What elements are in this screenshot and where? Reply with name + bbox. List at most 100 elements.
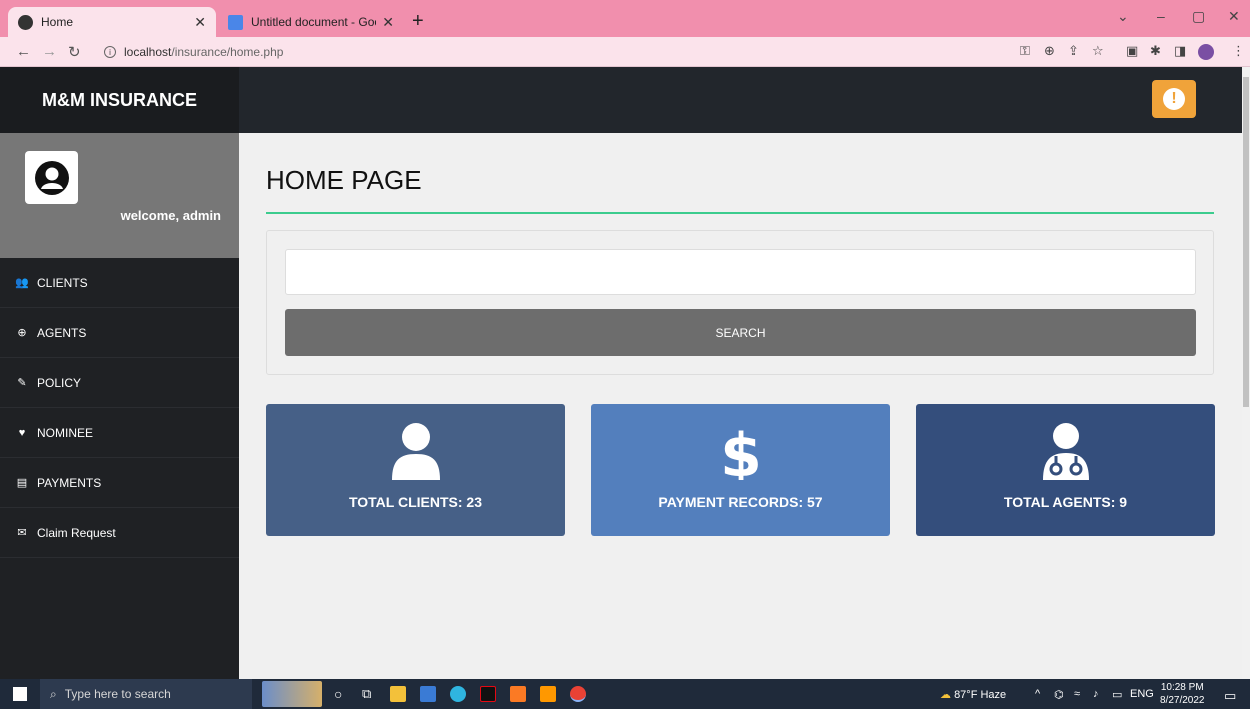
info-icon[interactable]: i: [104, 46, 116, 58]
sidebar-item-label: POLICY: [37, 375, 82, 390]
maximize-icon[interactable]: ▢: [1192, 8, 1205, 25]
browser-tab-bar: Home ✕ Untitled document - Google Doc ✕ …: [0, 0, 1250, 37]
sidebar-item-claim-request[interactable]: ✉ Claim Request: [0, 508, 239, 558]
language-indicator[interactable]: ENG: [1130, 688, 1154, 700]
tray-chevron-icon[interactable]: ^: [1035, 688, 1040, 700]
heart-icon: ♥: [18, 426, 26, 439]
wifi-icon[interactable]: ≈: [1074, 688, 1080, 700]
page-title: HOME PAGE: [266, 165, 422, 195]
bookmark-star-icon[interactable]: ☆: [1092, 43, 1104, 59]
user-icon: [266, 422, 565, 480]
page-scrollbar[interactable]: [1242, 67, 1250, 679]
clock-date: 8/27/2022: [1160, 695, 1205, 706]
widgets-icon[interactable]: [262, 681, 322, 707]
cortana-icon[interactable]: ○: [334, 686, 350, 702]
envelope-icon: ✉: [17, 527, 27, 539]
taskbar: ⌕ Type here to search ○ ⧉ ☁ 87°F Haze ^ …: [0, 679, 1250, 709]
card-label: TOTAL CLIENTS: 23: [348, 494, 482, 510]
search-button[interactable]: SEARCH: [285, 309, 1196, 356]
network-icon[interactable]: ⌬: [1054, 688, 1064, 701]
sidebar-item-nominee[interactable]: ♥ NOMINEE: [0, 408, 239, 458]
new-tab-icon[interactable]: +: [412, 10, 424, 33]
taskbar-search-placeholder: Type here to search: [64, 687, 171, 701]
card-label: TOTAL AGENTS: 9: [1003, 494, 1128, 510]
browser-tab-home[interactable]: Home ✕: [8, 7, 216, 37]
sidebar-item-clients[interactable]: 👥 CLIENTS: [0, 258, 239, 308]
card-label: PAYMENT RECORDS: 57: [658, 494, 823, 510]
user-circle-icon: [34, 160, 69, 195]
puzzle-icon[interactable]: ✱: [1150, 43, 1161, 59]
sidebar-item-label: Claim Request: [37, 525, 116, 540]
dollar-icon: $: [591, 422, 890, 480]
zoom-icon[interactable]: ⊕: [1044, 43, 1055, 59]
battery-icon[interactable]: ▭: [1112, 688, 1122, 701]
sidepanel-icon[interactable]: ◨: [1174, 43, 1186, 59]
sidebar-item-payments[interactable]: ▤ PAYMENTS: [0, 458, 239, 508]
minimize-icon[interactable]: –: [1157, 8, 1165, 24]
sidebar-item-policy[interactable]: ✎ POLICY: [0, 358, 239, 408]
tab-search-icon[interactable]: ⌄: [1117, 8, 1129, 25]
clock-time: 10:28 PM: [1160, 682, 1204, 693]
sidebar-item-agents[interactable]: ⊕ AGENTS: [0, 308, 239, 358]
title-divider: [266, 212, 1214, 214]
close-tab-icon[interactable]: ✕: [382, 14, 394, 31]
search-icon: ⌕: [50, 686, 57, 701]
profile-avatar-icon[interactable]: [1198, 44, 1214, 60]
credit-card-icon: ▤: [16, 477, 28, 489]
avatar: [25, 151, 78, 204]
notification-icon[interactable]: ▭: [1224, 688, 1236, 704]
total-agents-card[interactable]: TOTAL AGENTS: 9: [916, 404, 1215, 536]
extension-icon[interactable]: ▣: [1126, 43, 1138, 59]
close-tab-icon[interactable]: ✕: [194, 14, 206, 31]
weather-widget[interactable]: ☁ 87°F Haze: [940, 688, 1006, 701]
main-content: HOME PAGE SEARCH TOTAL CLIENTS: 23 $ PAY…: [239, 133, 1242, 679]
taskbar-search[interactable]: ⌕ Type here to search: [40, 679, 252, 709]
xampp-icon[interactable]: [510, 686, 526, 702]
store-icon[interactable]: [420, 686, 436, 702]
exclamation-circle-icon: !: [1163, 88, 1185, 110]
windows-start-icon[interactable]: [13, 687, 27, 701]
svg-text:$: $: [721, 422, 761, 480]
volume-icon[interactable]: ♪: [1093, 688, 1099, 700]
docs-icon: [228, 14, 243, 30]
browser-tab-docs[interactable]: Untitled document - Google Doc ✕: [218, 7, 404, 37]
globe-icon: [18, 14, 33, 30]
forward-icon[interactable]: →: [42, 43, 57, 60]
reload-icon[interactable]: ↻: [68, 43, 81, 61]
share-icon[interactable]: ⇪: [1068, 43, 1079, 59]
sidebar-item-label: NOMINEE: [37, 425, 94, 440]
file-explorer-icon[interactable]: [390, 686, 406, 702]
tab-title: Untitled document - Google Doc: [251, 15, 376, 29]
welcome-text: welcome, admin: [120, 208, 221, 223]
netflix-icon[interactable]: [480, 686, 496, 702]
payment-records-card[interactable]: $ PAYMENT RECORDS: 57: [591, 404, 890, 536]
profile-panel: welcome, admin: [0, 133, 239, 258]
scrollbar-thumb[interactable]: [1243, 77, 1249, 407]
url-field[interactable]: i localhost/insurance/home.php: [92, 41, 1012, 63]
chrome-icon[interactable]: [570, 686, 586, 702]
edge-icon[interactable]: [450, 686, 466, 702]
menu-dots-icon[interactable]: ⋮: [1232, 43, 1245, 59]
weather-text: 87°F Haze: [954, 689, 1007, 701]
total-clients-card[interactable]: TOTAL CLIENTS: 23: [266, 404, 565, 536]
sidebar-item-label: AGENTS: [37, 325, 87, 340]
close-window-icon[interactable]: ✕: [1228, 8, 1240, 25]
brand-logo[interactable]: M&M INSURANCE: [0, 67, 239, 133]
sidebar-menu: 👥 CLIENTS ⊕ AGENTS ✎ POLICY ♥ NOMINEE ▤ …: [0, 258, 239, 558]
clock[interactable]: 10:28 PM 8/27/2022: [1160, 681, 1205, 707]
task-view-icon[interactable]: ⧉: [362, 686, 378, 702]
sublime-icon[interactable]: [540, 686, 556, 702]
url-host: localhost: [124, 45, 172, 59]
tab-title: Home: [41, 15, 74, 29]
support-icon: ⊕: [17, 327, 27, 339]
url-path: /insurance/home.php: [171, 45, 284, 59]
alert-button[interactable]: !: [1152, 80, 1196, 118]
key-icon[interactable]: ⚿: [1020, 43, 1030, 59]
sidebar: welcome, admin 👥 CLIENTS ⊕ AGENTS ✎ POLI…: [0, 133, 239, 679]
search-input[interactable]: [285, 249, 1196, 295]
weather-icon: ☁: [940, 689, 951, 701]
sidebar-item-label: CLIENTS: [37, 275, 88, 290]
sidebar-item-label: PAYMENTS: [37, 475, 102, 490]
back-icon[interactable]: ←: [16, 43, 31, 60]
app-header: M&M INSURANCE !: [0, 67, 1250, 133]
